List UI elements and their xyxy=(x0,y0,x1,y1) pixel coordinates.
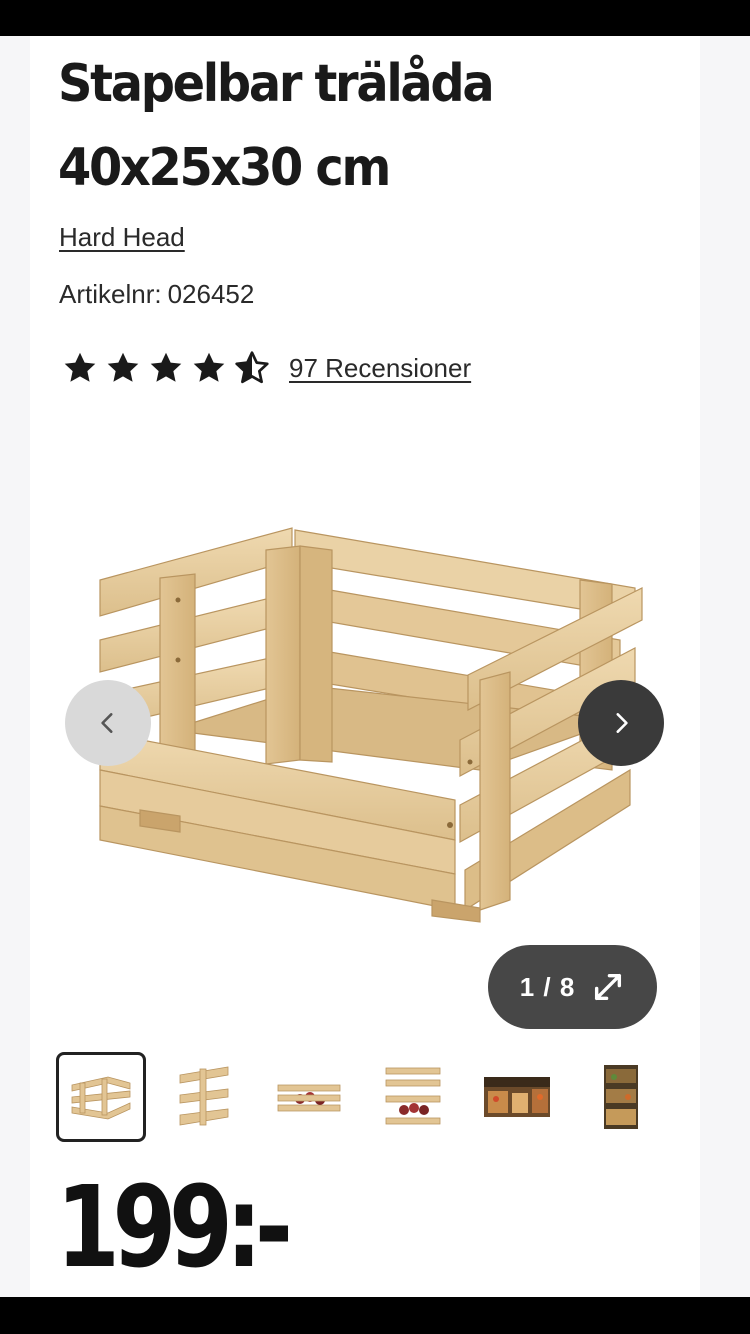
article-number-value: 026452 xyxy=(167,279,255,309)
reviews-link[interactable]: 97 Recensioner xyxy=(289,353,471,384)
gallery-prev-button[interactable] xyxy=(65,680,151,766)
product-price: 199:- xyxy=(56,1163,293,1293)
star-full-icon xyxy=(193,352,225,382)
thumbnail-image xyxy=(484,1077,550,1117)
chevron-left-icon xyxy=(101,713,113,733)
brand-link[interactable]: Hard Head xyxy=(59,222,185,253)
product-title-line1: Stapelbar trälåda xyxy=(58,54,495,114)
product-title: Stapelbar trälåda 40x25x30 cm xyxy=(58,42,628,210)
thumbnail-image xyxy=(179,1066,229,1126)
product-title-line2: 40x25x30 cm xyxy=(58,138,391,198)
gallery-counter: 1 / 8 xyxy=(519,971,576,1002)
thumbnail-image xyxy=(604,1065,638,1129)
article-number: Artikelnr: 026452 xyxy=(59,279,254,310)
star-full-icon xyxy=(150,352,182,382)
thumbnail-crate-shelf[interactable] xyxy=(576,1052,666,1142)
thumbnail-crate-stacked[interactable] xyxy=(368,1052,458,1142)
star-half-icon xyxy=(235,351,269,384)
thumbnail-crate-with-apples[interactable] xyxy=(264,1052,354,1142)
article-number-label: Artikelnr: xyxy=(59,279,162,309)
thumbnail-image xyxy=(71,1076,131,1120)
gallery-next-button[interactable] xyxy=(578,680,664,766)
chevron-right-icon xyxy=(616,713,628,733)
thumbnail-crate-side[interactable] xyxy=(160,1052,250,1142)
expand-icon xyxy=(595,973,622,1001)
thumbnail-crates-in-shop[interactable] xyxy=(472,1052,562,1142)
thumbnail-image xyxy=(385,1067,441,1125)
star-full-icon xyxy=(107,352,139,382)
page-edge-right xyxy=(700,36,750,1297)
rating[interactable]: 97 Recensioner xyxy=(62,348,471,388)
status-bar xyxy=(0,0,750,36)
bottom-bar xyxy=(0,1297,750,1334)
thumbnail-image xyxy=(277,1084,341,1112)
thumbnail-crate-front[interactable] xyxy=(56,1052,146,1142)
gallery-fullscreen-button[interactable]: 1 / 8 xyxy=(488,945,657,1029)
star-full-icon xyxy=(64,352,96,382)
page-edge-left xyxy=(0,36,30,1297)
